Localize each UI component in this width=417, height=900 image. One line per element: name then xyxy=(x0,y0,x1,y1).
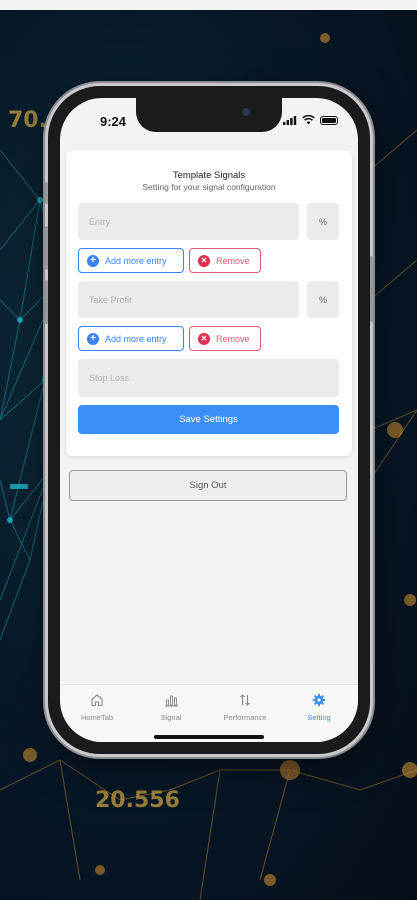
remove-label: Remove xyxy=(216,333,250,344)
add-more-entry-button[interactable]: + Add more entry xyxy=(78,248,184,273)
status-icons xyxy=(283,115,338,125)
tab-label: Performance xyxy=(223,713,267,722)
tab-signal[interactable]: Signal xyxy=(134,693,208,722)
home-icon xyxy=(91,694,103,707)
save-settings-button[interactable]: Save Settings xyxy=(78,405,339,434)
wifi-icon xyxy=(302,115,315,125)
phone-frame: 9:24 Template Signals Setting for your s… xyxy=(45,86,373,754)
stop-loss-input[interactable]: Stop Loss xyxy=(78,359,339,397)
background-number: 20.556 xyxy=(95,788,180,813)
entry-percent-unit: % xyxy=(307,203,339,240)
tab-hometab[interactable]: HomeTab xyxy=(60,693,134,722)
add-more-entry-label: Add more entry xyxy=(105,255,167,266)
camera-icon xyxy=(242,108,250,116)
remove-circle-icon: ✕ xyxy=(198,332,210,345)
remove-take-profit-button[interactable]: ✕ Remove xyxy=(189,326,261,351)
phone-power-button xyxy=(370,256,373,322)
remove-label: Remove xyxy=(216,255,250,266)
tab-label: Signal xyxy=(160,713,182,722)
home-indicator xyxy=(154,735,264,739)
signal-bars-icon xyxy=(283,115,297,125)
phone-notch xyxy=(136,98,282,132)
sign-out-button[interactable]: Sign Out xyxy=(69,470,347,501)
remove-entry-button[interactable]: ✕ Remove xyxy=(189,248,261,273)
entry-input[interactable]: Entry xyxy=(78,203,299,240)
phone-mute-switch xyxy=(45,182,48,204)
tab-label: Setting xyxy=(307,713,331,722)
tab-performance[interactable]: Performance xyxy=(208,693,282,722)
template-signals-card: Template Signals Setting for your signal… xyxy=(66,150,352,456)
bottom-tab-bar: HomeTab Signal Performance Setting xyxy=(60,684,358,742)
add-more-take-profit-button[interactable]: + Add more entry xyxy=(78,326,184,351)
add-more-entry-label: Add more entry xyxy=(105,333,167,344)
gear-icon xyxy=(312,693,326,707)
remove-circle-icon: ✕ xyxy=(198,254,210,267)
status-time: 9:24 xyxy=(100,114,127,129)
take-profit-percent-unit: % xyxy=(307,281,339,318)
tab-setting[interactable]: Setting xyxy=(282,693,356,722)
card-subtitle: Setting for your signal configuration xyxy=(142,182,276,192)
tab-label: HomeTab xyxy=(80,713,114,722)
battery-icon xyxy=(320,115,338,125)
plus-circle-icon: + xyxy=(87,254,99,267)
take-profit-input[interactable]: Take Profit xyxy=(78,281,299,318)
background-number: 70. xyxy=(8,108,47,133)
bar-chart-icon xyxy=(164,695,178,707)
app-screen: 9:24 Template Signals Setting for your s… xyxy=(60,98,358,742)
phone-volume-up xyxy=(45,226,48,270)
phone-volume-down xyxy=(45,280,48,324)
card-title: Template Signals xyxy=(172,170,246,181)
arrows-up-down-icon xyxy=(240,694,250,706)
plus-circle-icon: + xyxy=(87,332,99,345)
